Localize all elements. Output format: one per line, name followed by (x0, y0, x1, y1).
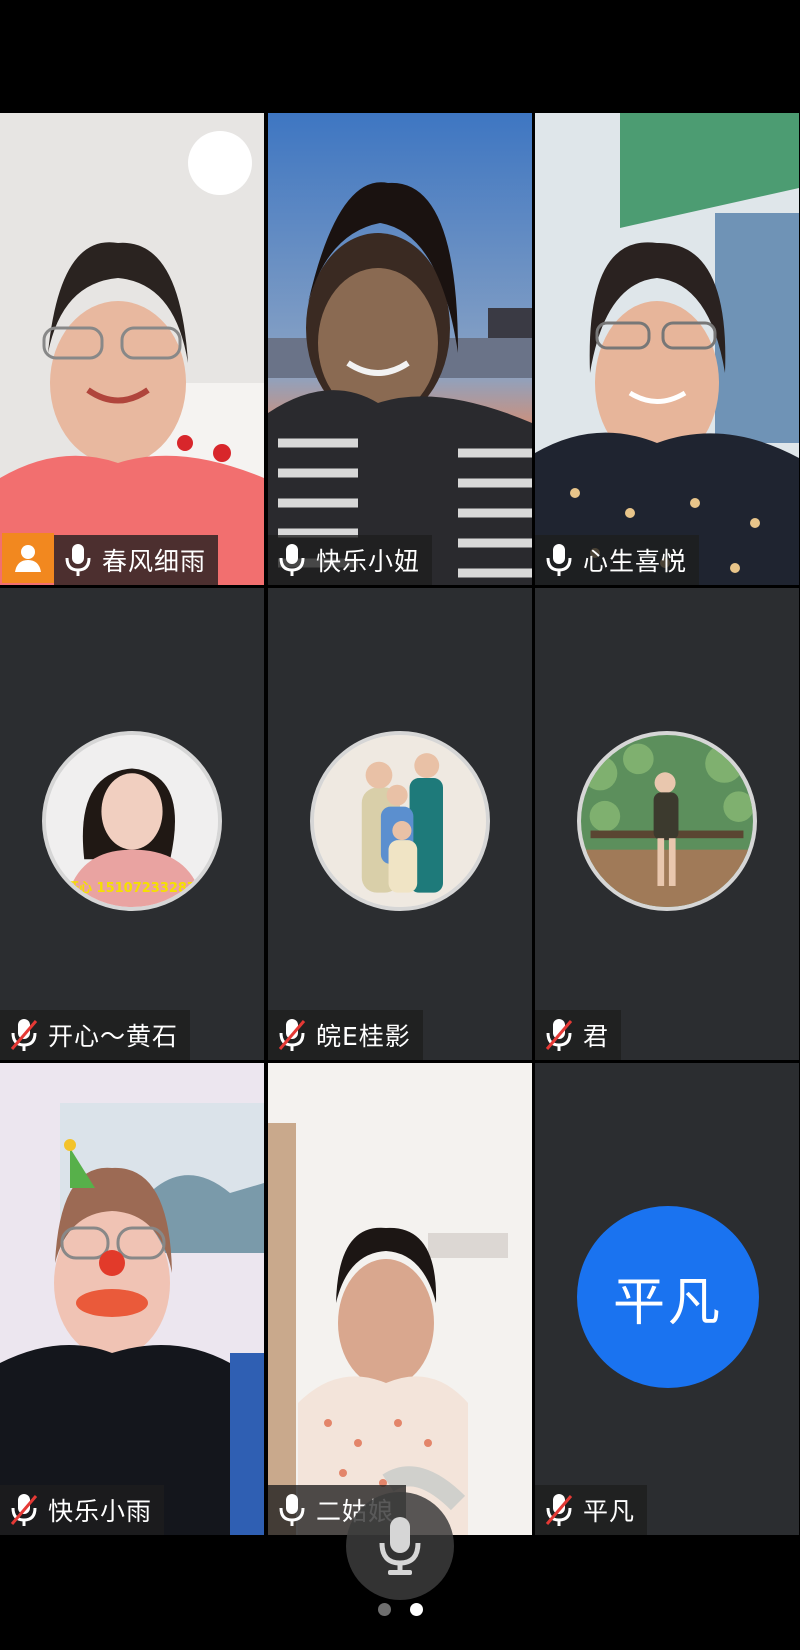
microphone-muted-icon (10, 1492, 38, 1528)
page-dot-active[interactable] (410, 1603, 423, 1616)
microphone-icon (278, 1492, 306, 1528)
participant-name: 春风细雨 (102, 547, 207, 576)
video-grid: 春风细雨 快乐小妞 心生喜悦 开心 15107233287 开心～黄石 皖E桂影… (0, 113, 800, 1535)
participant-tile[interactable]: 快乐小雨 (0, 1063, 264, 1535)
participant-tile[interactable]: 平凡 平凡 (535, 1063, 799, 1535)
initials-avatar: 平凡 (577, 1206, 759, 1388)
participant-name: 皖E桂影 (316, 1022, 411, 1051)
participant-tile[interactable]: 快乐小妞 (268, 113, 532, 585)
avatar-watermark: 开心 15107233287 (66, 881, 197, 896)
participant-tile[interactable]: 开心 15107233287 开心～黄石 (0, 588, 264, 1060)
avatar: 开心 15107233287 (42, 731, 222, 911)
participant-name-badge: 心生喜悦 (535, 535, 700, 585)
participant-tile[interactable]: 心生喜悦 (535, 113, 799, 585)
participant-name-badge: 君 (535, 1010, 622, 1060)
page-indicator[interactable] (376, 1603, 436, 1617)
video-feed (0, 113, 264, 585)
video-feed (268, 1063, 532, 1535)
participant-tile[interactable]: 二姑娘 (268, 1063, 532, 1535)
participant-name-badge: 快乐小妞 (268, 535, 433, 585)
participant-tile[interactable]: 春风细雨 (0, 113, 264, 585)
page-dot[interactable] (378, 1603, 391, 1616)
avatar-photo (314, 735, 486, 907)
participant-name-badge: 皖E桂影 (268, 1010, 423, 1060)
microphone-muted-icon (10, 1017, 38, 1053)
microphone-muted-icon (545, 1017, 573, 1053)
host-icon (2, 533, 54, 583)
microphone-icon (379, 1517, 421, 1575)
participant-name: 开心～黄石 (48, 1022, 179, 1051)
mic-toggle-button[interactable] (346, 1492, 454, 1600)
avatar (310, 731, 490, 911)
participant-name: 心生喜悦 (583, 547, 688, 576)
participant-name-badge: 春风细雨 (54, 535, 219, 585)
video-feed (535, 113, 799, 585)
avatar-photo (581, 735, 753, 907)
participant-name-badge: 快乐小雨 (0, 1485, 165, 1535)
participant-name-badge: 平凡 (535, 1485, 648, 1535)
microphone-icon (278, 542, 306, 578)
participant-name: 快乐小妞 (316, 547, 421, 576)
participant-tile[interactable]: 皖E桂影 (268, 588, 532, 1060)
participant-name: 君 (583, 1022, 610, 1051)
microphone-icon (545, 542, 573, 578)
microphone-muted-icon (545, 1492, 573, 1528)
video-feed (268, 113, 532, 585)
participant-name: 平凡 (583, 1497, 636, 1526)
video-feed (0, 1063, 264, 1535)
microphone-icon (64, 542, 92, 578)
avatar (577, 731, 757, 911)
microphone-muted-icon (278, 1017, 306, 1053)
participant-name: 快乐小雨 (48, 1497, 153, 1526)
participant-name-badge: 开心～黄石 (0, 1010, 191, 1060)
participant-tile[interactable]: 君 (535, 588, 799, 1060)
